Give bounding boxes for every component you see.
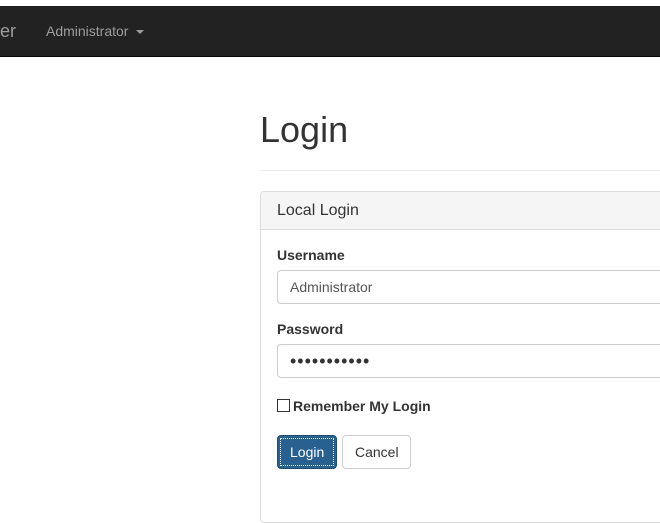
remember-login-label[interactable]: Remember My Login	[293, 398, 431, 414]
page-title: Login	[260, 109, 349, 150]
top-navbar: er Administrator	[0, 6, 660, 57]
login-panel: Local Login Username Password Remember M…	[260, 191, 660, 523]
login-button[interactable]: Login	[277, 435, 337, 469]
user-menu-dropdown[interactable]: Administrator	[46, 6, 145, 56]
user-menu-label: Administrator	[46, 23, 129, 39]
password-label: Password	[277, 321, 344, 337]
title-divider	[260, 170, 660, 171]
cancel-button[interactable]: Cancel	[342, 435, 411, 469]
navbar-brand[interactable]: er	[0, 6, 16, 56]
chevron-down-icon	[136, 30, 145, 35]
remember-login-row[interactable]: Remember My Login	[277, 398, 431, 414]
panel-heading: Local Login	[261, 192, 660, 230]
username-input[interactable]	[277, 270, 660, 304]
checkbox-icon[interactable]	[277, 399, 290, 412]
password-input[interactable]	[277, 344, 660, 378]
username-label: Username	[277, 247, 345, 263]
